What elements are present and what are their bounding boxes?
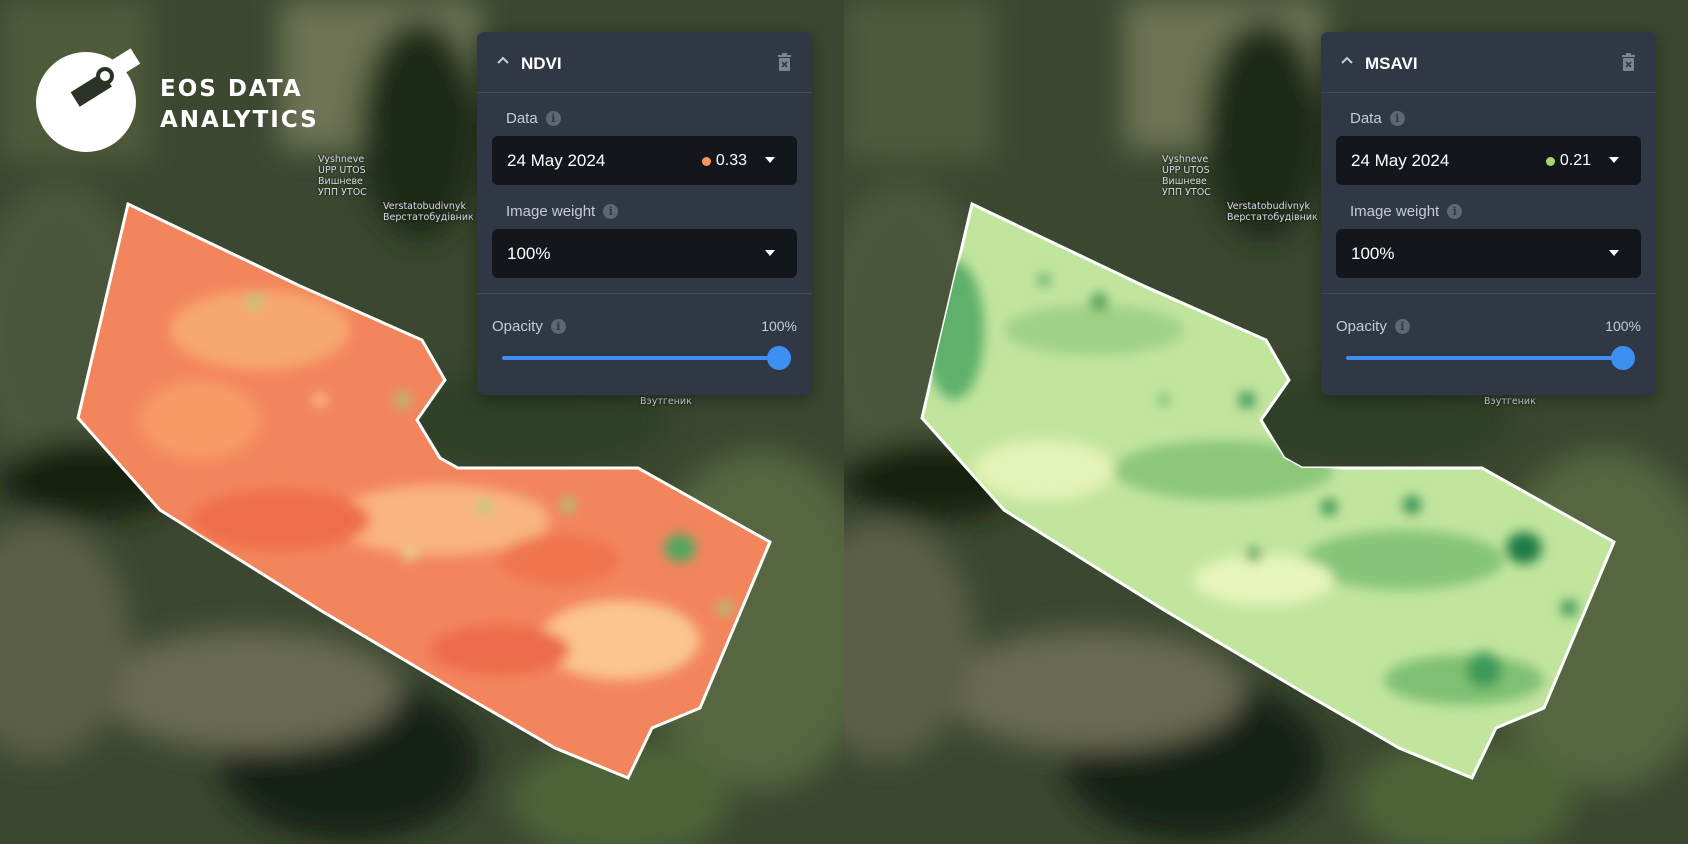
info-icon[interactable]: i xyxy=(1389,111,1405,126)
layer-panel-ndvi: NDVI Data i 24 May 2024 0.33 Image weigh… xyxy=(477,32,812,395)
data-label-text: Data xyxy=(1350,110,1382,127)
date-select[interactable]: 24 May 2024 0.21 xyxy=(1336,136,1641,185)
layer-panel-msavi: MSAVI Data i 24 May 2024 0.21 Image weig… xyxy=(1321,32,1656,395)
caret-down-icon xyxy=(1609,157,1619,163)
panel-title: MSAVI xyxy=(1365,54,1418,73)
index-value-text: 0.21 xyxy=(1559,152,1591,169)
chevron-up-icon[interactable] xyxy=(1339,52,1355,68)
image-weight-value: 100% xyxy=(1351,244,1395,263)
opacity-value: 100% xyxy=(761,318,797,334)
brand-line-2: ANALYTICS xyxy=(160,107,319,133)
image-weight-label: Image weight i xyxy=(506,203,619,220)
opacity-slider-track[interactable] xyxy=(1346,356,1622,360)
info-icon[interactable]: i xyxy=(1394,319,1410,334)
data-label-text: Data xyxy=(506,110,538,127)
caret-down-icon xyxy=(1609,250,1619,256)
image-weight-select[interactable]: 100% xyxy=(492,229,797,278)
info-icon[interactable]: i xyxy=(1447,204,1463,219)
map-label-workshop: Verstatobudivnyk Верстатобудівник xyxy=(383,201,474,223)
data-label: Data i xyxy=(506,110,561,127)
divider xyxy=(477,293,812,294)
trash-icon[interactable] xyxy=(777,53,792,72)
trash-icon[interactable] xyxy=(1621,53,1636,72)
map-view-ndvi[interactable]: Vyshneve UPP UTOS Вишневе УПП УТОС Verst… xyxy=(0,0,844,844)
divider xyxy=(1321,293,1656,294)
date-select[interactable]: 24 May 2024 0.33 xyxy=(492,136,797,185)
date-value: 24 May 2024 xyxy=(1351,151,1450,170)
image-weight-label: Image weight i xyxy=(1350,203,1463,220)
map-label-village: Vyshneve UPP UTOS Вишневе УПП УТОС xyxy=(1162,154,1211,198)
date-value: 24 May 2024 xyxy=(507,151,606,170)
panel-title: NDVI xyxy=(521,54,562,73)
status-dot xyxy=(1545,156,1555,166)
opacity-slider-handle[interactable] xyxy=(767,346,791,370)
caret-down-icon xyxy=(765,157,775,163)
map-label-partial: Вэутгеник xyxy=(640,396,692,407)
opacity-slider-track[interactable] xyxy=(502,356,778,360)
panel-header: NDVI xyxy=(477,32,812,93)
index-value: 0.21 xyxy=(1545,152,1591,170)
opacity-value: 100% xyxy=(1605,318,1641,334)
map-view-msavi[interactable]: Vyshneve UPP UTOS Вишневе УПП УТОС Verst… xyxy=(844,0,1688,844)
data-label: Data i xyxy=(1350,110,1405,127)
chevron-up-icon[interactable] xyxy=(495,52,511,68)
image-weight-value: 100% xyxy=(507,244,551,263)
brand-line-1: EOS DATA xyxy=(160,76,303,102)
status-dot xyxy=(701,156,711,166)
brand-name: EOS DATA ANALYTICS xyxy=(160,74,319,136)
image-weight-label-text: Image weight xyxy=(506,203,596,220)
info-icon[interactable]: i xyxy=(545,111,561,126)
index-value-text: 0.33 xyxy=(715,152,747,169)
map-label-village: Vyshneve UPP UTOS Вишневе УПП УТОС xyxy=(318,154,367,198)
opacity-label: Opacity xyxy=(1336,318,1387,335)
map-label-workshop: Verstatobudivnyk Верстатобудівник xyxy=(1227,201,1318,223)
opacity-row: Opacity i 100% xyxy=(492,318,797,335)
image-weight-label-text: Image weight xyxy=(1350,203,1440,220)
panel-header: MSAVI xyxy=(1321,32,1656,93)
index-value: 0.33 xyxy=(701,152,747,170)
opacity-row: Opacity i 100% xyxy=(1336,318,1641,335)
opacity-slider-handle[interactable] xyxy=(1611,346,1635,370)
info-icon[interactable]: i xyxy=(550,319,566,334)
info-icon[interactable]: i xyxy=(603,204,619,219)
satellite-logo-icon xyxy=(36,48,141,152)
opacity-label: Opacity xyxy=(492,318,543,335)
image-weight-select[interactable]: 100% xyxy=(1336,229,1641,278)
map-label-partial: Вэутгеник xyxy=(1484,396,1536,407)
eos-logo: EOS DATA ANALYTICS xyxy=(36,38,326,158)
caret-down-icon xyxy=(765,250,775,256)
